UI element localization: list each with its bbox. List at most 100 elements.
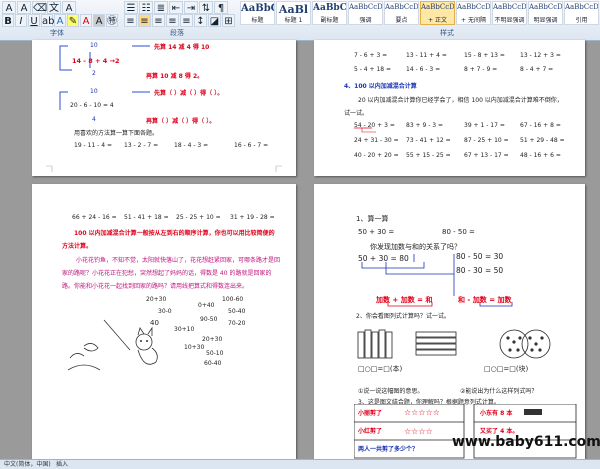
style-sample-text: AaBbCcD xyxy=(385,3,418,11)
p4-relation-2: 和 - 加数 = 加数 xyxy=(458,296,512,304)
page-3: 66 + 24 - 16 = 51 - 41 + 18 = 25 - 25 + … xyxy=(32,184,296,459)
style-gallery-item[interactable]: AaBbCcD 引用 xyxy=(564,1,599,25)
style-sample-text: AaBbC xyxy=(241,3,274,14)
p2-problem: 67 - 16 + 8 = xyxy=(520,122,561,129)
show-marks-icon[interactable]: ¶ xyxy=(214,1,228,14)
text-effect-icon[interactable]: A xyxy=(54,14,66,27)
addition-relation-diagram xyxy=(361,254,513,307)
style-sample-text: AaBbCcD xyxy=(457,3,490,11)
clear-format-icon[interactable]: ⌫ xyxy=(32,1,47,14)
p2-problem: 87 - 25 + 10 = xyxy=(464,137,509,144)
p4-boxes-2: □○□=□(块) xyxy=(484,365,529,373)
p4-eq-1: 50 + 30 = 80 xyxy=(358,254,409,263)
pinyin-icon[interactable]: 文 xyxy=(47,1,61,14)
style-gallery-item[interactable]: AaBbC 副标题 xyxy=(312,1,347,25)
style-gallery-item[interactable]: AaBbCcD + 正文 xyxy=(420,1,455,25)
p2-problem: 67 + 13 - 17 = xyxy=(464,152,509,159)
underline-button[interactable]: U xyxy=(28,14,40,27)
sort-icon[interactable]: ⇅ xyxy=(199,1,213,14)
p3-story-line1: 小花花钓鱼，不知不觉，太阳就快落山了，花花想赶紧回家，可哪条路才是回 xyxy=(76,257,281,264)
increase-indent-icon[interactable]: ⇥ xyxy=(184,1,198,14)
p2-problem: 54 - 20 + 3 = xyxy=(354,122,395,129)
cat-fishing-illustration xyxy=(67,319,158,371)
page-2: 7 - 6 + 3 = 13 - 11 + 4 = 15 - 8 + 13 = … xyxy=(314,40,585,176)
style-sample-text: AaBbCcD xyxy=(565,3,598,11)
p4-boxes-1: □○□=□(本) xyxy=(358,365,403,373)
style-gallery-item[interactable]: AaBbCcD + 无间隔 xyxy=(456,1,491,25)
distribute-icon[interactable]: ≡ xyxy=(180,14,193,27)
font-color-icon[interactable]: A xyxy=(80,14,92,27)
decrease-font-icon[interactable]: A xyxy=(17,1,31,14)
style-gallery-item[interactable]: AaBbCcD 强调 xyxy=(348,1,383,25)
p4-relation-1: 加数 + 加数 = 和 xyxy=(376,296,433,304)
maze-expr: 30+10 xyxy=(174,326,195,333)
p4-task-2: 2、你会看图列式计算吗？试一试。 xyxy=(356,313,450,320)
group-paragraph-label: 段落 xyxy=(170,29,184,37)
p2-problem: 83 + 9 - 3 = xyxy=(406,122,444,129)
align-center-icon[interactable]: ≡ xyxy=(138,14,151,27)
maze-expr: 20+30 xyxy=(202,336,223,343)
p2-problem: 55 + 15 - 25 = xyxy=(406,152,451,159)
style-gallery-item[interactable]: AaBl 标题 1 xyxy=(276,1,311,25)
style-name: 不明显强调 xyxy=(494,17,525,24)
p4-table-cell: 两人一共剪了多少个？ xyxy=(358,446,419,453)
char-shading-icon[interactable]: A xyxy=(93,14,105,27)
style-gallery-item[interactable]: AaBbCcD 不明显强调 xyxy=(492,1,527,25)
style-name: + 无间隔 xyxy=(461,17,486,24)
align-right-icon[interactable]: ≡ xyxy=(152,14,165,27)
p3-story-line3: 路。你能和小花花一起找到回家的路吗？请用线把算式和得数连出来。 xyxy=(62,283,249,290)
decrease-indent-icon[interactable]: ⇤ xyxy=(169,1,183,14)
maze-expr: 90-50 xyxy=(200,316,218,323)
ribbon: A A ⌫ 文 A B I U abc A ✎ A A ㊕ 字体 ☰ ☷ ≣ ⇤… xyxy=(0,0,600,41)
style-sample-text: AaBbC xyxy=(313,3,346,13)
watermark-text: www.baby611.com xyxy=(452,434,600,450)
maze-expr: 20+30 xyxy=(146,296,167,303)
page-1: 10 先算 14 减 4 得 10 14 - 8 + 4 →2 2 再算 10 … xyxy=(32,40,296,176)
p3-rule-line2: 方法计算。 xyxy=(62,243,93,250)
page-4: 1、算一算 50 + 30 = 80 - 50 = 你发现加数与和的关系了吗？ … xyxy=(314,184,585,459)
multilevel-list-icon[interactable]: ≣ xyxy=(154,1,168,14)
style-sample-text: AaBbCcD xyxy=(529,3,562,11)
italic-button[interactable]: I xyxy=(15,14,27,27)
border-char-icon[interactable]: A xyxy=(62,1,76,14)
style-name: 强调 xyxy=(359,17,372,24)
style-sample-text: AaBbCcD xyxy=(421,3,454,11)
line-spacing-icon[interactable]: ↕ xyxy=(194,14,207,27)
group-font-label: 字体 xyxy=(50,29,64,37)
style-gallery-item[interactable]: AaBbC 标题 xyxy=(240,1,275,25)
p2-problem: 39 + 1 - 17 = xyxy=(464,122,505,129)
svg-text:☆☆☆☆: ☆☆☆☆ xyxy=(404,427,433,436)
p2-problem: 48 - 16 + 6 = xyxy=(520,152,561,159)
style-sample-text: AaBbCcD xyxy=(349,3,382,11)
style-name: 标题 1 xyxy=(284,17,303,24)
enclose-char-icon[interactable]: ㊕ xyxy=(106,14,118,27)
shading-icon[interactable]: ◪ xyxy=(208,14,221,27)
p2-problem: 73 - 41 + 12 = xyxy=(406,137,451,144)
highlight-icon[interactable]: ✎ xyxy=(67,14,79,27)
style-name: + 正文 xyxy=(428,17,447,24)
p4-table-cell: 小东有 8 本 xyxy=(480,410,513,417)
p4-table-cell: 小红剪了 xyxy=(358,428,383,435)
justify-icon[interactable]: ≡ xyxy=(166,14,179,27)
style-sample-text: AaBbCcD xyxy=(493,3,526,11)
maze-expr: 50-10 xyxy=(206,350,224,357)
style-name: 引用 xyxy=(575,17,588,24)
style-gallery-item[interactable]: AaBbCcD 明显强调 xyxy=(528,1,563,25)
p3-story-line2: 家的路呢？小花花正在犯愁，突然想起了妈妈的话，得数是 40 的路就是回家的 xyxy=(62,270,272,277)
p4-table-cell: 小丽剪了 xyxy=(358,410,383,417)
p3-problem: 51 - 41 + 18 = xyxy=(124,214,169,221)
p2-problem: 51 + 29 - 48 = xyxy=(520,137,565,144)
numbering-icon[interactable]: ☷ xyxy=(139,1,153,14)
strikethrough-button[interactable]: abc xyxy=(41,14,60,27)
increase-font-icon[interactable]: A xyxy=(2,1,16,14)
maze-expr: 50-40 xyxy=(228,308,246,315)
align-left-icon[interactable]: ≡ xyxy=(124,14,137,27)
p3-problem: 31 + 19 - 28 = xyxy=(230,214,275,221)
borders-icon[interactable]: ⊞ xyxy=(222,14,235,27)
group-styles-label: 样式 xyxy=(440,29,454,37)
bullets-icon[interactable]: ☰ xyxy=(124,1,138,14)
maze-expr: 60-40 xyxy=(204,360,222,367)
bold-button[interactable]: B xyxy=(2,14,14,27)
p3-problem: 25 - 25 + 10 = xyxy=(176,214,221,221)
style-gallery-item[interactable]: AaBbCcD 要点 xyxy=(384,1,419,25)
